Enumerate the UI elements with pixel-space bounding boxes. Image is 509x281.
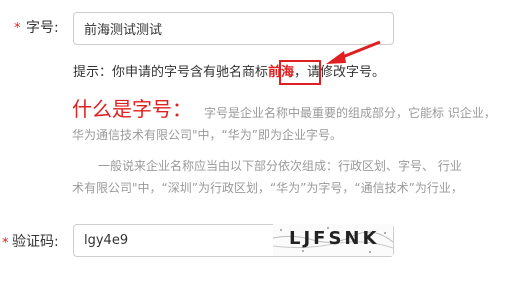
captcha-text: LJFSNK	[289, 228, 380, 249]
hint-prefix: 提示：你申请的字号含有驰名商标	[73, 65, 269, 80]
explain-line-2: 华为通信技术有限公司"中，“华为”即为企业字号。	[72, 128, 342, 142]
arrow-icon	[326, 40, 381, 64]
registration-form: * 字号: 提示：你申请的字号含有驰名商标前海，请修改字号。 什么是字号： 字号…	[0, 0, 509, 281]
captcha-label: 验证码:	[12, 234, 59, 250]
explain-line-3: 一般说来企业名称应当由以下部分依次组成：行政区划、字号、 行业	[98, 159, 462, 173]
what-is-trade-name-title: 什么是字号：	[72, 97, 192, 121]
trade-name-label: 字号:	[26, 20, 59, 36]
required-mark: *	[14, 21, 21, 36]
explain-line-4: 术有限公司"中，“深圳”为行政区划，“华为”为字号，“通信技术”为行业，	[72, 181, 463, 195]
explain-line-1: 字号是企业名称中最重要的组成部分，它能标 识企业，	[204, 106, 496, 120]
highlight-box	[279, 60, 321, 85]
captcha-image[interactable]: LJFSNK	[273, 224, 393, 256]
required-mark: *	[2, 236, 9, 251]
